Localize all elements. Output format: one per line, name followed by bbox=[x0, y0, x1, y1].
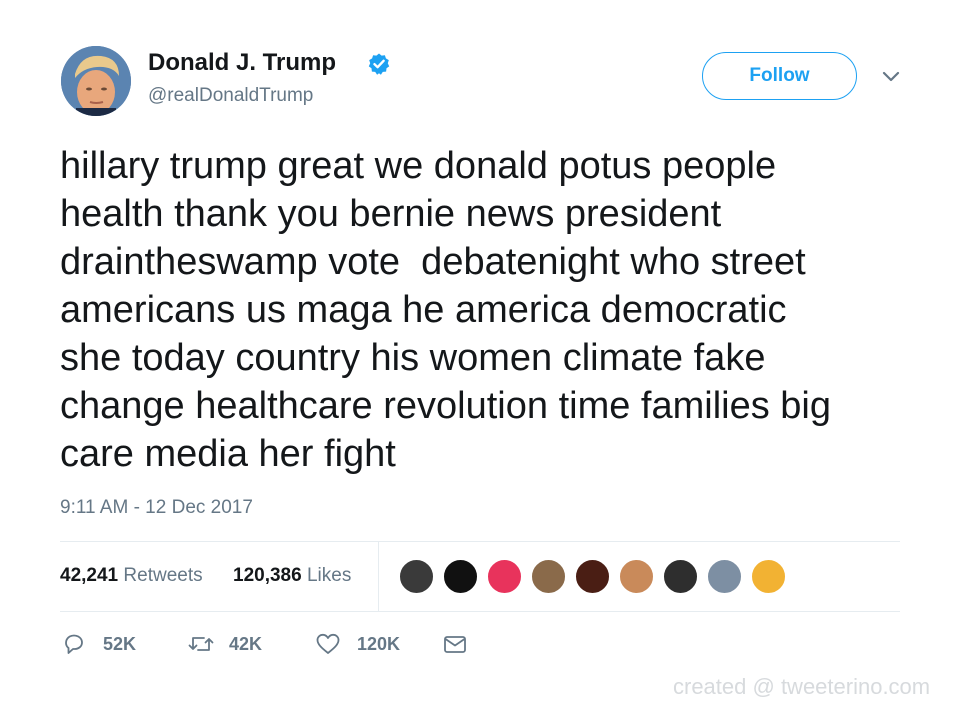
retweets-count: 42,241 bbox=[60, 565, 119, 586]
retweets-label: Retweets bbox=[123, 565, 203, 586]
likes-label: Likes bbox=[306, 565, 352, 586]
retweet-button[interactable]: 42K bbox=[187, 632, 267, 658]
liker-avatar-1[interactable] bbox=[398, 558, 435, 595]
likes-count: 120,386 bbox=[233, 565, 302, 586]
liker-avatar-4[interactable] bbox=[530, 558, 567, 595]
tweet-timestamp[interactable]: 9:11 AM - 12 Dec 2017 bbox=[60, 497, 253, 519]
tweet-text: hillary trump great we donald potus peop… bbox=[60, 145, 831, 475]
retweet-icon bbox=[188, 637, 214, 651]
message-button[interactable] bbox=[442, 632, 468, 658]
follow-button[interactable]: Follow bbox=[702, 52, 857, 100]
avatar[interactable] bbox=[61, 46, 131, 116]
display-name[interactable]: Donald J. Trump bbox=[148, 49, 336, 77]
liker-avatar-2[interactable] bbox=[442, 558, 479, 595]
stats-top-divider bbox=[60, 541, 900, 542]
like-button[interactable]: 120K bbox=[315, 632, 405, 658]
liker-avatar-3[interactable] bbox=[486, 558, 523, 595]
reply-count: 52K bbox=[103, 634, 137, 654]
liker-avatar-9[interactable] bbox=[750, 558, 787, 595]
like-icon bbox=[316, 633, 340, 654]
message-icon bbox=[444, 636, 466, 653]
user-handle[interactable]: @realDonaldTrump bbox=[148, 85, 313, 107]
tweeterino-credit: created @ tweeterino.com bbox=[673, 674, 931, 699]
likes-stat[interactable]: 120,386 Likes bbox=[233, 565, 351, 587]
liker-avatar-8[interactable] bbox=[706, 558, 743, 595]
reply-button[interactable]: 52K bbox=[62, 632, 142, 658]
liker-avatar-5[interactable] bbox=[574, 558, 611, 595]
reply-icon bbox=[65, 634, 83, 654]
liker-avatar-7[interactable] bbox=[662, 558, 699, 595]
stats-bottom-divider bbox=[60, 611, 900, 612]
retweets-stat[interactable]: 42,241 Retweets bbox=[60, 565, 203, 587]
stats-vertical-divider bbox=[378, 542, 379, 611]
retweet-count: 42K bbox=[229, 634, 263, 654]
liker-avatar-6[interactable] bbox=[618, 558, 655, 595]
chevron-down-icon[interactable] bbox=[880, 68, 902, 86]
verified-badge-icon bbox=[368, 53, 390, 75]
like-count: 120K bbox=[357, 634, 401, 654]
profile-photo bbox=[61, 46, 131, 116]
